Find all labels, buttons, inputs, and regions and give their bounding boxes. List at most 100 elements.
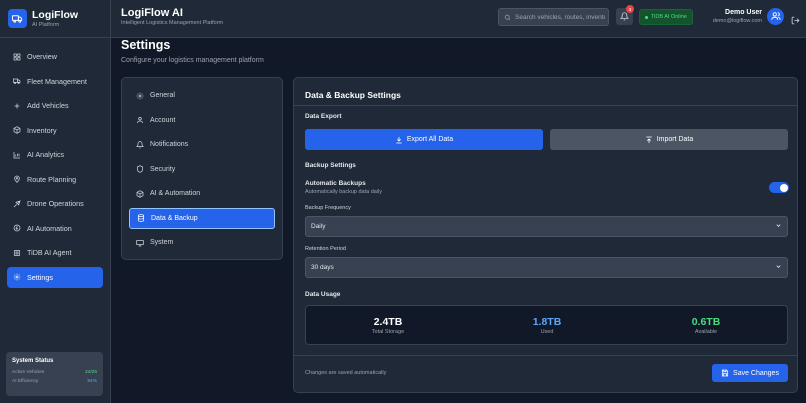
sidebar-item-add-vehicles[interactable]: Add Vehicles xyxy=(7,95,103,116)
download-icon xyxy=(395,136,403,144)
notifications-button[interactable]: 3 xyxy=(616,5,634,25)
settings-tab-label: Data & Backup xyxy=(151,214,198,222)
brand-subtitle: AI Platform xyxy=(32,21,60,28)
data-usage-card: 2.4TB Total Storage 1.8TB Used 0.6TB Ava… xyxy=(305,305,788,345)
sidebar-nav: Overview Fleet Management Add Vehicles I… xyxy=(0,38,110,288)
sidebar-item-label: Fleet Management xyxy=(27,76,87,86)
upload-icon xyxy=(645,136,653,144)
sidebar-item-inventory[interactable]: Inventory xyxy=(7,120,103,141)
top-header: LogiFlow AI Intelligent Logistics Manage… xyxy=(111,0,806,38)
data-usage-label: Data Usage xyxy=(305,291,341,298)
settings-tab-label: System xyxy=(150,239,174,246)
export-label: Export All Data xyxy=(406,136,454,143)
logout-icon[interactable] xyxy=(791,12,800,25)
search-input[interactable] xyxy=(515,13,605,21)
chart-icon xyxy=(13,151,21,159)
sidebar-item-label: AI Automation xyxy=(27,223,72,233)
app-title: LogiFlow AI xyxy=(121,7,183,19)
status-value: 94% xyxy=(87,379,97,384)
usage-value: 1.8TB xyxy=(532,316,562,328)
auto-backups-title: Automatic Backups xyxy=(305,180,366,187)
settings-nav: General Account Notifications Security A… xyxy=(121,77,283,260)
save-changes-button[interactable]: Save Changes xyxy=(712,364,788,382)
sidebar-item-ai-analytics[interactable]: AI Analytics xyxy=(7,144,103,165)
sidebar-item-overview[interactable]: Overview xyxy=(7,46,103,67)
sidebar-item-label: AI Analytics xyxy=(27,150,65,159)
sidebar-item-settings[interactable]: Settings xyxy=(7,266,103,288)
sidebar-item-fleet-management[interactable]: Fleet Management xyxy=(7,71,103,92)
settings-tab-account[interactable]: Account xyxy=(129,110,275,131)
settings-tab-ai-automation[interactable]: AI & Automation xyxy=(129,183,275,204)
status-row: Active Vehicles 24/25 xyxy=(12,368,97,377)
page-title: Settings xyxy=(121,38,171,52)
database-icon xyxy=(137,214,145,222)
usage-label: Used xyxy=(540,329,554,335)
usage-stat-available: 0.6TB Available xyxy=(646,316,766,336)
settings-tab-notifications[interactable]: Notifications xyxy=(129,134,275,155)
backup-frequency-value: Daily xyxy=(311,223,326,230)
status-row: AI Efficiency 94% xyxy=(12,377,97,386)
ai-online-label: TiDB AI Online xyxy=(651,14,687,20)
user-email: demo@logiflow.com xyxy=(712,18,762,24)
map-pin-icon xyxy=(13,175,21,183)
sidebar-item-route-planning[interactable]: Route Planning xyxy=(7,169,103,190)
settings-tab-system[interactable]: System xyxy=(129,232,275,253)
auto-backups-toggle[interactable] xyxy=(769,182,789,193)
settings-tab-general[interactable]: General xyxy=(129,85,275,106)
backup-settings-label: Backup Settings xyxy=(305,162,356,169)
bolt-icon xyxy=(13,224,21,232)
panel-title: Data & Backup Settings xyxy=(305,90,401,100)
import-data-button[interactable]: Import Data xyxy=(550,129,788,150)
sidebar: LogiFlow AI Platform Overview Fleet Mana… xyxy=(0,0,111,403)
settings-tab-security[interactable]: Security xyxy=(129,159,275,180)
backup-frequency-select[interactable]: Daily xyxy=(305,216,788,237)
retention-period-value: 30 days xyxy=(311,264,334,271)
sidebar-item-label: Settings xyxy=(27,272,53,282)
sidebar-item-ai-automation[interactable]: AI Automation xyxy=(7,218,103,239)
system-status-title: System Status xyxy=(12,358,54,364)
status-label: Active Vehicles xyxy=(12,370,45,375)
sidebar-item-drone-operations[interactable]: Drone Operations xyxy=(7,193,103,214)
status-value: 24/25 xyxy=(84,370,97,375)
page-subtitle: Configure your logistics management plat… xyxy=(121,57,264,64)
sidebar-item-label: Add Vehicles xyxy=(27,101,69,110)
user-name: Demo User xyxy=(725,9,762,16)
monitor-icon xyxy=(136,239,144,247)
sidebar-item-tidb-ai-agent[interactable]: TiDB AI Agent xyxy=(7,242,103,263)
avatar[interactable] xyxy=(767,8,784,25)
auto-backups-description: Automatically backup data daily xyxy=(305,189,383,195)
system-status-card: System Status Active Vehicles 24/25 AI E… xyxy=(6,352,103,396)
retention-period-select[interactable]: 30 days xyxy=(305,257,788,278)
shield-icon xyxy=(136,165,144,173)
bell-icon xyxy=(136,140,144,149)
usage-stat-total: 2.4TB Total Storage xyxy=(328,316,448,336)
data-export-label: Data Export xyxy=(305,113,342,120)
autosave-note: Changes are saved automatically xyxy=(305,370,387,376)
toggle-knob xyxy=(779,183,788,192)
search-icon xyxy=(504,8,511,26)
grid-icon xyxy=(13,53,21,61)
chevron-down-icon xyxy=(775,222,782,231)
search-box[interactable] xyxy=(498,8,609,26)
brand: LogiFlow AI Platform xyxy=(0,0,110,38)
settings-tab-label: General xyxy=(150,92,175,99)
user-icon xyxy=(136,116,144,124)
chevron-down-icon xyxy=(775,263,782,272)
box-icon xyxy=(13,126,21,134)
sidebar-item-label: Route Planning xyxy=(27,174,77,184)
usage-value: 0.6TB xyxy=(691,316,721,328)
truck-logo-icon xyxy=(8,9,27,28)
sidebar-item-label: Drone Operations xyxy=(27,199,84,208)
brand-name: LogiFlow xyxy=(32,8,79,21)
app-subtitle: Intelligent Logistics Management Platfor… xyxy=(121,20,224,26)
settings-tab-label: Security xyxy=(150,165,176,173)
agent-icon xyxy=(13,249,21,257)
gear-icon xyxy=(13,273,21,281)
usage-label: Available xyxy=(694,329,718,335)
settings-tab-data-backup[interactable]: Data & Backup xyxy=(129,207,275,229)
divider xyxy=(294,355,797,356)
cube-icon xyxy=(136,189,144,198)
notification-badge: 3 xyxy=(626,5,634,13)
export-all-data-button[interactable]: Export All Data xyxy=(305,129,543,150)
import-label: Import Data xyxy=(656,136,694,143)
